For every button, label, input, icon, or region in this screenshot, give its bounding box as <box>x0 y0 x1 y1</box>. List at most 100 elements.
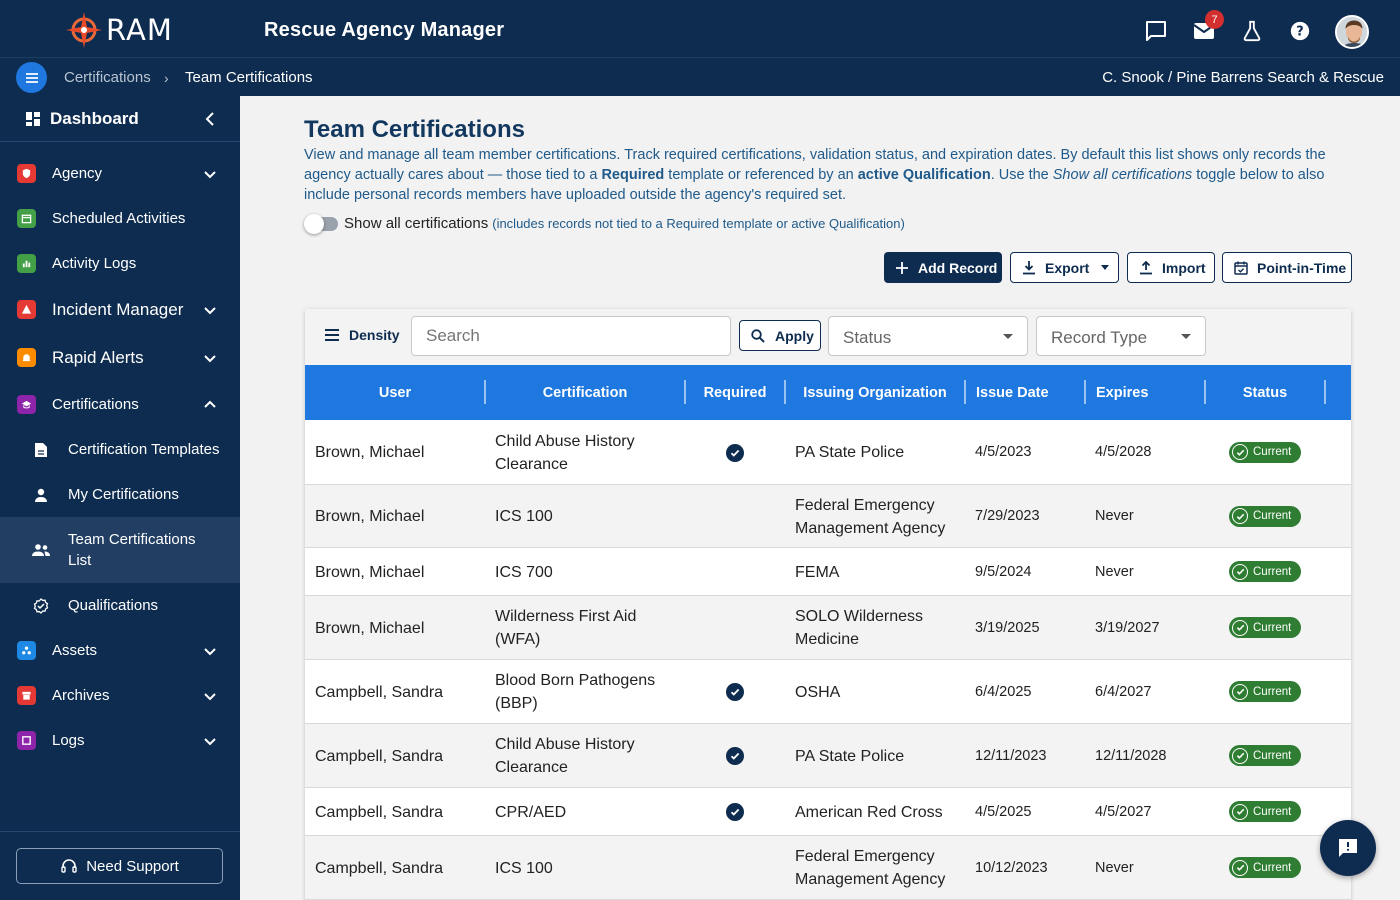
cell-issue-date: 9/5/2024 <box>975 563 1032 580</box>
cell-expires: 3/19/2027 <box>1095 619 1160 636</box>
sidebar-item-logs[interactable]: Logs <box>0 718 240 763</box>
breadcrumb-certifications[interactable]: Certifications <box>64 69 151 86</box>
cell-user: Brown, Michael <box>315 508 425 525</box>
sidebar-subitem-label: Certification Templates <box>68 441 220 458</box>
search-input[interactable] <box>411 316 731 356</box>
show-all-toggle-label[interactable]: Show all certifications <box>344 215 488 232</box>
add-record-button[interactable]: Add Record <box>884 252 1002 283</box>
collapse-chevron-icon[interactable] <box>203 111 217 127</box>
logo[interactable]: RAM <box>64 10 173 50</box>
sidebar-item-certifications[interactable]: Certifications <box>0 382 240 427</box>
sidebar-subitem-qualifications[interactable]: Qualifications <box>0 583 240 628</box>
top-header: RAM Rescue Agency Manager 7 ? <box>0 0 1400 57</box>
document-icon <box>32 441 50 459</box>
density-button[interactable]: Density <box>325 327 400 343</box>
status-badge: Current <box>1229 681 1301 702</box>
cell-expires: 4/5/2027 <box>1095 803 1152 820</box>
cell-certification: Child Abuse History Clearance <box>495 736 635 776</box>
svg-text:?: ? <box>1296 25 1303 40</box>
flask-icon[interactable] <box>1239 18 1265 44</box>
cell-issuing-organization: PA State Police <box>795 444 905 461</box>
cell-expires: 12/11/2028 <box>1095 747 1167 764</box>
check-circle-icon <box>1232 563 1248 580</box>
cell-certification: Child Abuse History Clearance <box>495 432 635 473</box>
table-row[interactable]: Brown, Michael Child Abuse History Cleara… <box>305 420 1351 485</box>
sidebar-item-activity-logs[interactable]: Activity Logs <box>0 241 240 286</box>
table-row[interactable]: Campbell, Sandra Child Abuse History Clea… <box>305 724 1351 788</box>
page-title: Team Certifications <box>304 116 525 143</box>
certifications-table-card: Density Apply Status Record Type User Ce… <box>305 309 1351 900</box>
required-check-icon <box>726 443 744 462</box>
column-header-certification[interactable]: Certification <box>485 365 685 420</box>
dashboard-icon <box>26 112 40 126</box>
sidebar-item-label: Scheduled Activities <box>52 210 186 227</box>
apply-button[interactable]: Apply <box>739 320 821 351</box>
status-badge: Current <box>1229 561 1301 582</box>
sidebar-item-label: Rapid Alerts <box>52 347 144 367</box>
sidebar-subitem-my-certifications[interactable]: My Certifications <box>0 472 240 517</box>
cell-user: Campbell, Sandra <box>315 683 444 701</box>
search-icon <box>751 328 765 343</box>
sidebar-item-assets[interactable]: Assets <box>0 628 240 673</box>
sidebar-item-label: Incident Manager <box>52 299 184 319</box>
mail-badge: 7 <box>1205 10 1224 29</box>
status-filter-select[interactable]: Status <box>828 316 1028 356</box>
table-row[interactable]: Brown, Michael Wilderness First Aid (WFA)… <box>305 596 1351 660</box>
column-header-issue-date[interactable]: Issue Date <box>965 365 1085 420</box>
column-header-expires[interactable]: Expires <box>1085 365 1205 420</box>
sidebar-item-agency[interactable]: Agency <box>0 151 240 196</box>
sidebar-item-label: Activity Logs <box>52 255 137 272</box>
archive-icon <box>17 686 36 705</box>
sidebar-dashboard[interactable]: Dashboard <box>0 96 240 142</box>
sidebar-subitem-certification-templates[interactable]: Certification Templates <box>0 427 240 472</box>
table-row[interactable]: Campbell, Sandra ICS 100 Federal Emergency… <box>305 836 1351 900</box>
chat-icon[interactable] <box>1143 18 1169 44</box>
table-row[interactable]: Brown, Michael ICS 100 Federal Emergency M… <box>305 485 1351 548</box>
caret-down-icon <box>1181 334 1191 339</box>
column-header-user[interactable]: User <box>305 365 485 420</box>
chat-fab-button[interactable] <box>1320 820 1376 876</box>
export-button[interactable]: Export <box>1010 252 1119 283</box>
sidebar-subitem-team-certifications[interactable]: Team Certifications List <box>0 517 240 583</box>
show-all-toggle[interactable] <box>304 213 338 234</box>
sidebar-item-label: Agency <box>52 165 103 182</box>
sidebar: Dashboard Agency Scheduled Activities Ac… <box>0 96 240 900</box>
check-circle-icon <box>1232 444 1248 460</box>
table-row[interactable]: Campbell, Sandra CPR/AED American Red Cros… <box>305 788 1351 836</box>
help-icon[interactable]: ? <box>1287 18 1313 44</box>
check-circle-icon <box>1232 747 1248 764</box>
menu-button[interactable] <box>16 62 47 93</box>
table-row[interactable]: Brown, Michael ICS 700 FEMA 9/5/2024 Never Cu… <box>305 548 1351 596</box>
point-in-time-button[interactable]: Point-in-Time <box>1222 252 1352 283</box>
sidebar-item-label: Archives <box>52 687 110 704</box>
density-icon <box>325 329 339 341</box>
alarm-icon <box>17 348 36 367</box>
cell-expires: Never <box>1095 859 1134 876</box>
cell-certification: CPR/AED <box>495 803 567 821</box>
sidebar-item-rapid-alerts[interactable]: Rapid Alerts <box>0 335 240 380</box>
download-icon <box>1021 260 1037 276</box>
import-button[interactable]: Import <box>1127 252 1215 283</box>
chevron-down-icon <box>204 306 216 314</box>
sidebar-item-archives[interactable]: Archives <box>0 673 240 718</box>
need-support-button[interactable]: Need Support <box>16 848 223 884</box>
chevron-down-icon <box>204 737 216 745</box>
cell-issue-date: 12/11/2023 <box>975 747 1047 764</box>
record-type-filter-select[interactable]: Record Type <box>1036 316 1206 356</box>
sidebar-item-incident-manager[interactable]: Incident Manager <box>0 287 240 332</box>
table-row[interactable]: Campbell, Sandra Blood Born Pathogens (BB… <box>305 660 1351 724</box>
cell-user: Campbell, Sandra <box>315 803 444 821</box>
sidebar-item-scheduled-activities[interactable]: Scheduled Activities <box>0 196 240 241</box>
group-icon <box>32 541 50 559</box>
column-header-status[interactable]: Status <box>1205 365 1325 420</box>
avatar[interactable] <box>1335 15 1369 49</box>
cell-issue-date: 6/4/2025 <box>975 683 1032 700</box>
chevron-down-icon <box>204 692 216 700</box>
cell-issue-date: 3/19/2025 <box>975 619 1040 636</box>
column-header-required[interactable]: Required <box>685 365 785 420</box>
cell-issuing-organization: Federal Emergency Management Agency <box>795 848 946 888</box>
assets-icon <box>17 641 36 660</box>
shield-icon <box>17 164 36 183</box>
column-header-issuing-organization[interactable]: Issuing Organization <box>785 365 965 420</box>
status-badge: Current <box>1229 505 1301 527</box>
